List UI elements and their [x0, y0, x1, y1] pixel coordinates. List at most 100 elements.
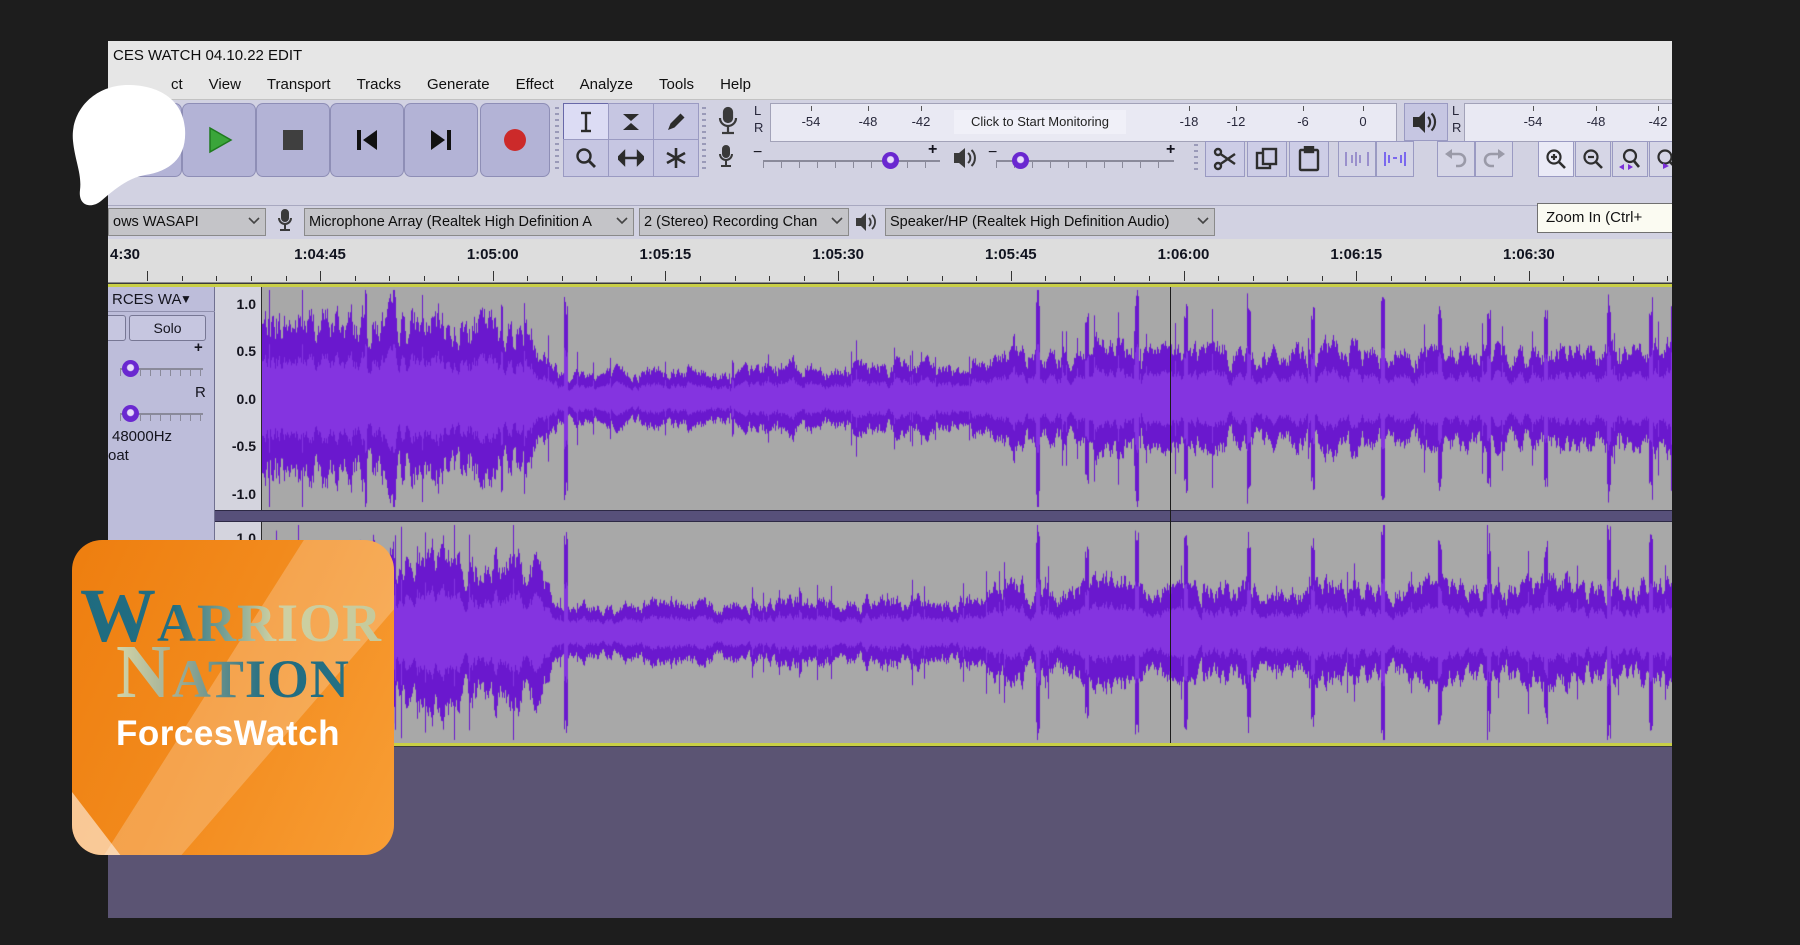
trim-audio-button[interactable]: [1338, 141, 1376, 177]
timeline-tick: [355, 276, 356, 281]
toolbar-grip[interactable]: [555, 107, 559, 171]
selection-tool-button[interactable]: [563, 103, 609, 141]
stop-button[interactable]: [256, 103, 330, 177]
meter-scale-value: 0: [1359, 114, 1366, 129]
zoom-in-button[interactable]: [1538, 141, 1574, 177]
paste-button[interactable]: [1289, 141, 1329, 177]
white-blob-overlay: [70, 85, 192, 217]
record-meter-mic-button[interactable]: [708, 103, 748, 141]
zoom-out-button[interactable]: [1575, 141, 1611, 177]
meter-scale-value: -6: [1297, 114, 1309, 129]
meter-tick: [1596, 106, 1597, 111]
timeline-tick: [700, 276, 701, 281]
logo-line-nation: NATION: [116, 638, 394, 708]
meter-scale-value: -54: [1524, 114, 1543, 129]
timeline-tick: [493, 271, 494, 281]
playback-meter[interactable]: -54-48-42: [1464, 103, 1672, 142]
waveform-left-channel[interactable]: [262, 287, 1672, 510]
menu-item-view[interactable]: View: [196, 76, 254, 93]
silence-audio-button[interactable]: [1376, 141, 1414, 177]
playback-meter-speaker-button[interactable]: [1404, 103, 1448, 141]
timeline-tick: [251, 276, 252, 281]
menu-item-effect[interactable]: Effect: [503, 76, 567, 93]
timeline-tick: [1253, 276, 1254, 281]
redo-button[interactable]: [1475, 141, 1513, 177]
menu-item-analyze[interactable]: Analyze: [567, 76, 646, 93]
copy-icon: [1254, 146, 1280, 172]
envelope-tool-button[interactable]: [608, 103, 654, 141]
timeline-tick: [665, 271, 666, 281]
record-volume-thumb[interactable]: [882, 152, 899, 169]
vertical-ruler-left-channel[interactable]: 1.00.50.0-0.5-1.0: [215, 287, 262, 510]
time-shift-tool-button[interactable]: [608, 139, 654, 177]
track-menu-dropdown-icon[interactable]: ▼: [180, 292, 192, 306]
cut-icon: [1212, 146, 1238, 172]
timeline-ruler[interactable]: 4:301:04:451:05:001:05:151:05:301:05:451…: [108, 239, 1672, 283]
menu-item-tools[interactable]: Tools: [646, 76, 707, 93]
playback-device-value: Speaker/HP (Realtek High Definition Audi…: [890, 214, 1169, 230]
timeline-label: 1:05:00: [467, 246, 519, 263]
timeline-label: 1:05:30: [812, 246, 864, 263]
timeline-tick: [1494, 276, 1495, 281]
cut-button[interactable]: [1205, 141, 1245, 177]
waveform-right-channel[interactable]: [262, 522, 1672, 743]
track-sample-rate: 48000Hz: [112, 428, 172, 445]
pan-thumb[interactable]: [122, 405, 139, 422]
track-name[interactable]: RCES WA: [112, 291, 181, 308]
playback-volume-plus: +: [1166, 141, 1175, 159]
skip-to-start-button[interactable]: [330, 103, 404, 177]
chevron-down-icon: [615, 214, 629, 230]
copy-button[interactable]: [1247, 141, 1287, 177]
playback-volume-thumb[interactable]: [1012, 152, 1029, 169]
solo-button[interactable]: Solo: [129, 315, 206, 341]
skip-to-end-button[interactable]: [404, 103, 478, 177]
timeline-tick: [1460, 276, 1461, 281]
recording-device-dropdown[interactable]: Microphone Array (Realtek High Definitio…: [304, 208, 634, 236]
meter-tick: [1303, 106, 1304, 111]
multi-tool-button[interactable]: [653, 139, 699, 177]
recording-channels-dropdown[interactable]: 2 (Stereo) Recording Chan: [639, 208, 849, 236]
timeline-tick: [769, 276, 770, 281]
timeline-label: 1:06:15: [1330, 246, 1382, 263]
track-sample-format: oat: [108, 447, 129, 464]
undo-button[interactable]: [1437, 141, 1475, 177]
record-meter-right-label: R: [754, 121, 763, 135]
menu-item-help[interactable]: Help: [707, 76, 764, 93]
scale-label: 1.0: [215, 295, 256, 313]
draw-tool-icon: [664, 110, 688, 134]
chevron-down-icon: [830, 214, 844, 230]
timeline-tick: [1218, 276, 1219, 281]
scale-label: -1.0: [215, 485, 256, 503]
solo-label: Solo: [153, 320, 181, 336]
scale-label: -0.5: [215, 437, 256, 455]
menu-item-generate[interactable]: Generate: [414, 76, 503, 93]
meter-tick: [1533, 106, 1534, 111]
timeline-tick: [458, 276, 459, 281]
zoom-toggle-button[interactable]: [1649, 141, 1672, 177]
gain-thumb[interactable]: [122, 360, 139, 377]
zoom-to-selection-button[interactable]: [1612, 141, 1648, 177]
playback-meter-left-label: L: [1452, 104, 1459, 118]
timeline-tick: [147, 271, 148, 281]
playback-device-dropdown[interactable]: Speaker/HP (Realtek High Definition Audi…: [885, 208, 1215, 236]
meter-scale-value: -48: [1587, 114, 1606, 129]
menu-item-transport[interactable]: Transport: [254, 76, 344, 93]
record-button[interactable]: [480, 103, 550, 177]
chevron-down-icon: [1196, 214, 1210, 230]
play-button[interactable]: [182, 103, 256, 177]
record-meter[interactable]: -54-48-42Click to Start Monitoring-18-12…: [770, 103, 1397, 142]
draw-tool-button[interactable]: [653, 103, 699, 141]
play-icon: [204, 125, 234, 155]
timeline-tick: [216, 276, 217, 281]
menu-item-tracks[interactable]: Tracks: [344, 76, 414, 93]
toolbar-grip[interactable]: [1194, 144, 1198, 174]
monitor-button[interactable]: Click to Start Monitoring: [954, 110, 1126, 134]
timeline-tick: [1563, 276, 1564, 281]
meter-tick: [1189, 106, 1190, 111]
mute-button[interactable]: [108, 315, 126, 341]
timeline-tick: [1425, 276, 1426, 281]
timeline-tick: [320, 271, 321, 281]
toolbar-grip[interactable]: [702, 107, 706, 171]
zoom-tool-button[interactable]: [563, 139, 609, 177]
zoom-in-icon: [1544, 147, 1568, 171]
